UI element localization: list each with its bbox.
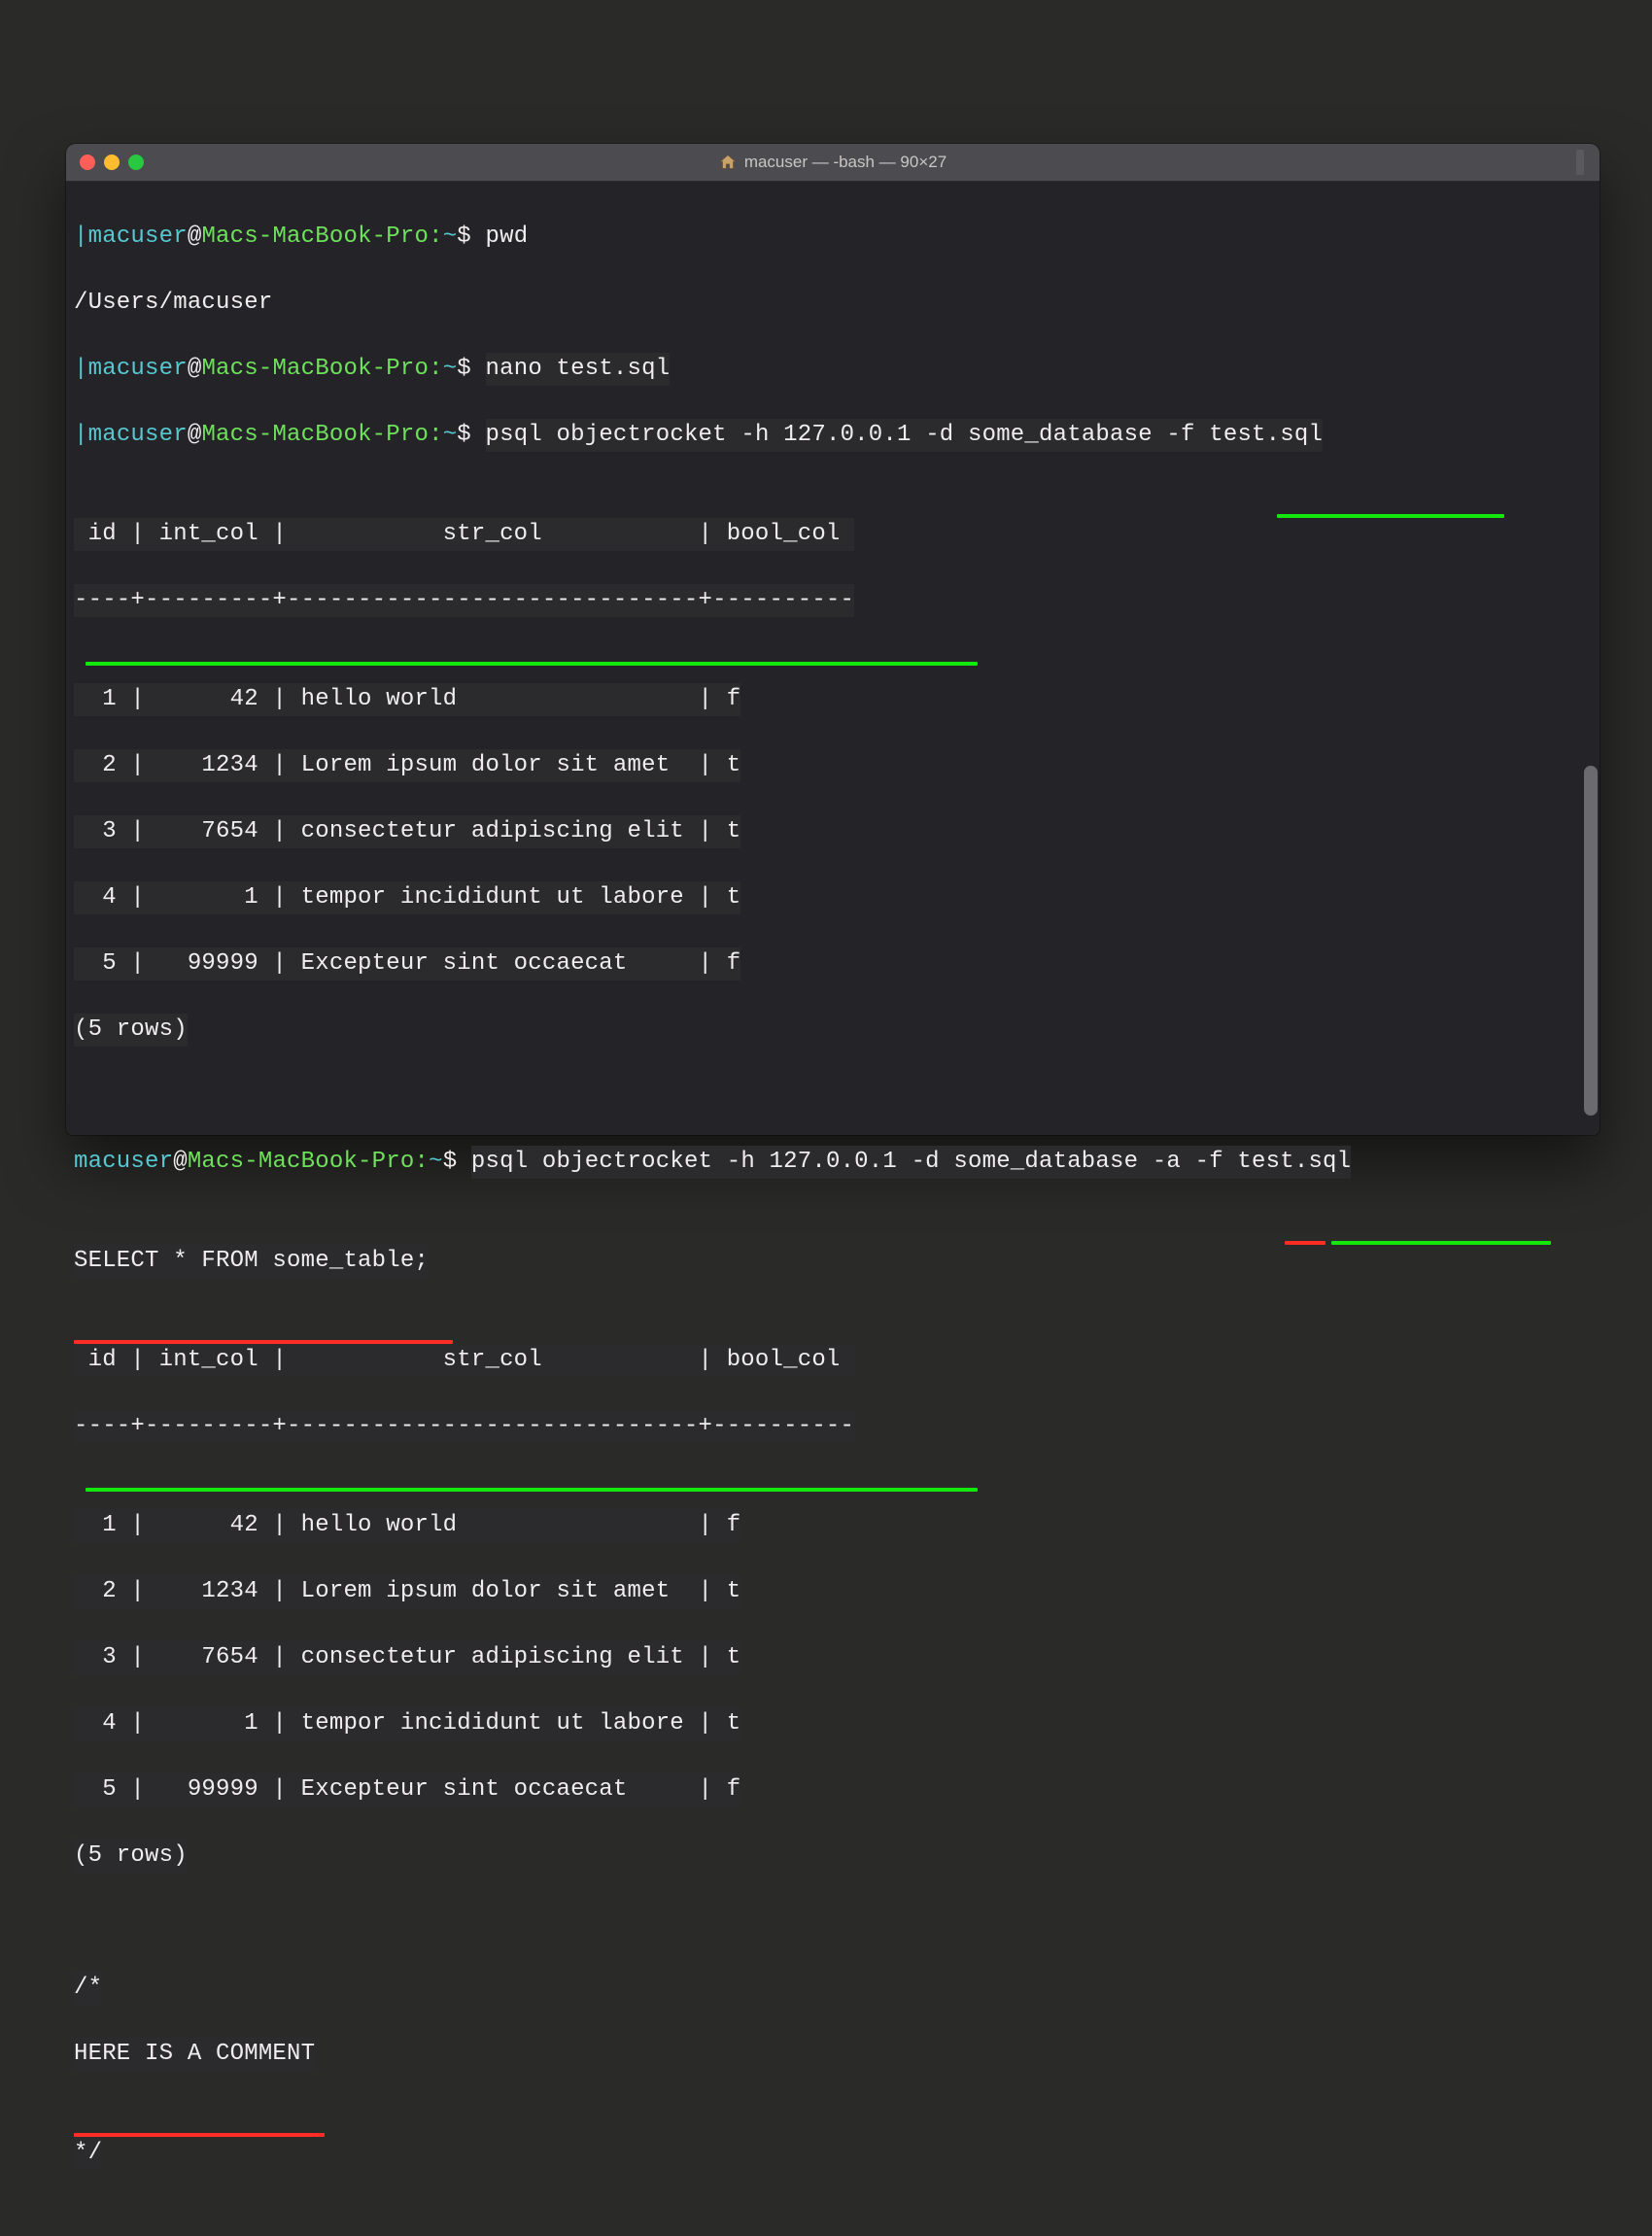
- comment-body-text: HERE IS A COMMENT: [74, 2038, 315, 2071]
- table-row: 1 | 42 | hello world | f: [74, 1509, 1600, 1542]
- prompt-at: @: [173, 1149, 188, 1175]
- row-text: 5 | 99999 | Excepteur sint occaecat | f: [74, 947, 740, 980]
- prompt-at: @: [188, 224, 202, 250]
- prompt-host: Macs-MacBook-Pro:: [201, 224, 442, 250]
- underline-table-sep-2: [86, 1488, 978, 1492]
- row-text: 4 | 1 | tempor incididunt ut labore | t: [74, 881, 740, 914]
- cmd-nano: nano test.sql: [486, 353, 671, 386]
- prompt-cursor: |: [74, 422, 88, 448]
- terminal-window: macuser — -bash — 90×27 |macuser@Macs-Ma…: [66, 144, 1600, 1135]
- table-row: 3 | 7654 | consectetur adipiscing elit |…: [74, 1641, 1600, 1674]
- prompt-path: ~: [443, 224, 458, 250]
- select-line: SELECT * FROM some_table;: [74, 1245, 1600, 1311]
- prompt-line-pwd: |macuser@Macs-MacBook-Pro:~$ pwd: [74, 221, 1600, 254]
- zoom-button[interactable]: [128, 155, 144, 170]
- prompt-host: Macs-MacBook-Pro:: [201, 356, 442, 382]
- comment-close-text: */: [74, 2137, 102, 2170]
- table-row: 2 | 1234 | Lorem ipsum dolor sit amet | …: [74, 1575, 1600, 1608]
- titlebar[interactable]: macuser — -bash — 90×27: [66, 144, 1600, 182]
- cmd-psql1: psql objectrocket -h 127.0.0.1 -d some_d…: [486, 419, 1324, 452]
- row-text: 2 | 1234 | Lorem ipsum dolor sit amet | …: [74, 1575, 740, 1608]
- rows-footer-2: (5 rows): [74, 1840, 1600, 1873]
- rows-footer-text: (5 rows): [74, 1014, 188, 1047]
- prompt-cursor: |: [74, 224, 88, 250]
- table-row: 5 | 99999 | Excepteur sint occaecat | f: [74, 947, 1600, 980]
- table-header-2: id | int_col | str_col | bool_col: [74, 1344, 1600, 1377]
- prompt-user: macuser: [88, 422, 188, 448]
- underline-table-sep: [86, 662, 978, 666]
- window-title: macuser — -bash — 90×27: [719, 153, 946, 172]
- scrollbar-thumb[interactable]: [1584, 766, 1598, 1116]
- cmd-psql2: psql objectrocket -h 127.0.0.1 -d some_d…: [471, 1146, 1351, 1179]
- prompt-line-psql1: |macuser@Macs-MacBook-Pro:~$ psql object…: [74, 419, 1600, 485]
- comment-open-text: /*: [74, 1972, 102, 2005]
- scrollbar-corner-icon: [1584, 150, 1598, 163]
- prompt-path: ~: [443, 422, 458, 448]
- terminal-viewport[interactable]: |macuser@Macs-MacBook-Pro:~$ pwd /Users/…: [66, 182, 1600, 2236]
- prompt-dollar: $: [457, 422, 485, 448]
- select-line-text: SELECT * FROM some_table;: [74, 1245, 429, 1278]
- table-sep-text: ----+---------+-------------------------…: [74, 1410, 854, 1443]
- home-icon: [719, 154, 737, 171]
- prompt-path: ~: [429, 1149, 443, 1175]
- row-text: 3 | 7654 | consectetur adipiscing elit |…: [74, 1641, 740, 1674]
- comment-close: */: [74, 2137, 1600, 2170]
- prompt-dollar: $: [457, 356, 485, 382]
- row-text: 2 | 1234 | Lorem ipsum dolor sit amet | …: [74, 749, 740, 782]
- prompt-user: macuser: [74, 1149, 173, 1175]
- blank-line: [74, 1080, 1600, 1113]
- prompt-cursor: |: [74, 356, 88, 382]
- table-row: 4 | 1 | tempor incididunt ut labore | t: [74, 881, 1600, 914]
- prompt-host: Macs-MacBook-Pro:: [201, 422, 442, 448]
- blank-line: [74, 1906, 1600, 1939]
- prompt-at: @: [188, 422, 202, 448]
- rows-footer-text: (5 rows): [74, 1840, 188, 1873]
- table-header-1: id | int_col | str_col | bool_col: [74, 518, 1600, 551]
- prompt-host: Macs-MacBook-Pro:: [188, 1149, 429, 1175]
- prompt-at: @: [188, 356, 202, 382]
- prompt-line-nano: |macuser@Macs-MacBook-Pro:~$ nano test.s…: [74, 353, 1600, 386]
- prompt-path: ~: [443, 356, 458, 382]
- cmd-pwd: pwd: [486, 224, 529, 250]
- scrollbar[interactable]: [1582, 144, 1600, 1135]
- table-row: 5 | 99999 | Excepteur sint occaecat | f: [74, 1773, 1600, 1806]
- table-row: 3 | 7654 | consectetur adipiscing elit |…: [74, 815, 1600, 848]
- traffic-lights: [80, 144, 144, 181]
- prompt-dollar: $: [457, 224, 485, 250]
- table-row: 1 | 42 | hello world | f: [74, 683, 1600, 716]
- table-row: 4 | 1 | tempor incididunt ut labore | t: [74, 1707, 1600, 1740]
- close-button[interactable]: [80, 155, 95, 170]
- row-text: 5 | 99999 | Excepteur sint occaecat | f: [74, 1773, 740, 1806]
- window-title-text: macuser — -bash — 90×27: [744, 153, 946, 172]
- table-sep-2: ----+---------+-------------------------…: [74, 1410, 1600, 1476]
- prompt-dollar: $: [443, 1149, 471, 1175]
- comment-body: HERE IS A COMMENT: [74, 2038, 1600, 2104]
- row-text: 1 | 42 | hello world | f: [74, 1509, 740, 1542]
- minimize-button[interactable]: [104, 155, 120, 170]
- row-text: 1 | 42 | hello world | f: [74, 683, 740, 716]
- pwd-output: /Users/macuser: [74, 287, 1600, 320]
- prompt-line-psql2: macuser@Macs-MacBook-Pro:~$ psql objectr…: [74, 1146, 1600, 1212]
- comment-open: /*: [74, 1972, 1600, 2005]
- row-text: 3 | 7654 | consectetur adipiscing elit |…: [74, 815, 740, 848]
- table-sep-1: ----+---------+-------------------------…: [74, 584, 1600, 650]
- table-sep-text: ----+---------+-------------------------…: [74, 584, 854, 617]
- table-header-text: id | int_col | str_col | bool_col: [74, 518, 854, 551]
- row-text: 4 | 1 | tempor incididunt ut labore | t: [74, 1707, 740, 1740]
- prompt-user: macuser: [88, 224, 188, 250]
- table-header-text: id | int_col | str_col | bool_col: [74, 1344, 854, 1377]
- table-row: 2 | 1234 | Lorem ipsum dolor sit amet | …: [74, 749, 1600, 782]
- rows-footer-1: (5 rows): [74, 1014, 1600, 1047]
- prompt-user: macuser: [88, 356, 188, 382]
